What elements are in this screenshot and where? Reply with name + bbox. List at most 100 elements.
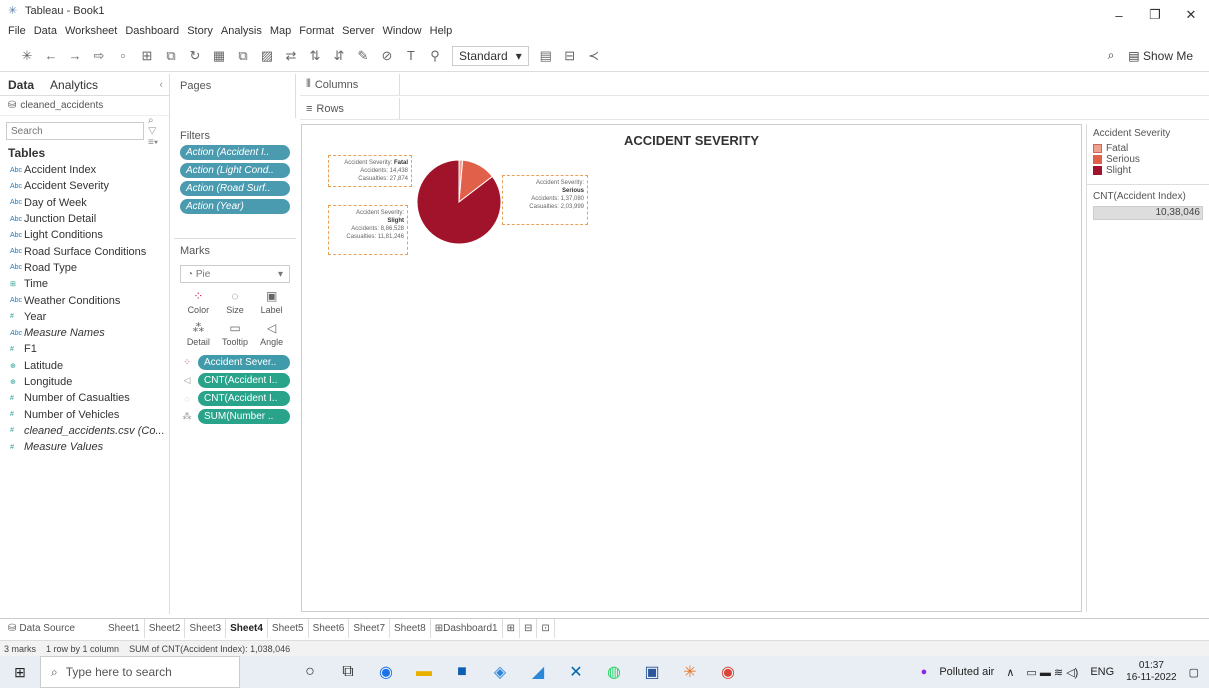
highlight-icon[interactable]: ✎	[356, 48, 370, 64]
menu-server[interactable]: Server	[342, 25, 374, 37]
cortana-icon[interactable]: ○	[300, 663, 320, 681]
chrome-icon[interactable]: ◉	[376, 662, 396, 682]
tableau-icon[interactable]: ✳	[680, 662, 700, 682]
word-icon[interactable]: ▣	[642, 662, 662, 682]
pages-card[interactable]: Pages	[174, 74, 296, 118]
pause-updates-icon[interactable]: ⧉	[164, 48, 178, 64]
menu-window[interactable]: Window	[383, 25, 422, 37]
mark-pill[interactable]: CNT(Accident I..	[198, 373, 290, 388]
sort-descending-icon[interactable]: ⇵	[332, 48, 346, 64]
chrome-profile-icon[interactable]: ◉	[718, 662, 738, 682]
tray-chevron-icon[interactable]: ∧	[1006, 666, 1014, 679]
menu-story[interactable]: Story	[187, 25, 213, 37]
clear-sheet-icon[interactable]: ▨	[260, 48, 274, 64]
show-cards-icon[interactable]: ▤	[539, 48, 553, 64]
weather-icon[interactable]: ●	[921, 666, 928, 678]
fix-axes-icon[interactable]: ⚲	[428, 48, 442, 64]
tab-analytics[interactable]: Analytics	[42, 78, 106, 92]
mark-type-dropdown[interactable]: ◔ Pie ▾	[180, 265, 290, 283]
group-icon[interactable]: ⊘	[380, 48, 394, 64]
search-input[interactable]	[6, 122, 144, 140]
label-button[interactable]: ▣ Label	[253, 289, 290, 315]
language-indicator[interactable]: ENG	[1090, 666, 1114, 678]
tray-icons[interactable]: ▭ ▬ ≋ ◁)	[1026, 666, 1078, 679]
windows-start-icon[interactable]: ⊞	[0, 664, 40, 681]
field-item[interactable]: # Number of Casualties	[0, 390, 169, 406]
minimize-button[interactable]: –	[1101, 0, 1137, 30]
filter-pill[interactable]: Action (Year)	[180, 199, 290, 214]
presentation-icon[interactable]: ⊟	[563, 48, 577, 64]
tab-sheet4[interactable]: Sheet4	[226, 619, 268, 638]
field-item[interactable]: # Year	[0, 309, 169, 325]
field-item[interactable]: # cleaned_accidents.csv (Co...	[0, 423, 169, 439]
mark-pill[interactable]: Accident Sever..	[198, 355, 290, 370]
new-story-icon[interactable]: ⊡	[537, 619, 555, 638]
vscode-icon[interactable]: ✕	[566, 662, 586, 682]
store-icon[interactable]: ■	[452, 663, 472, 681]
maximize-button[interactable]: ❐	[1137, 0, 1173, 30]
tab-dashboard1[interactable]: ⊞ Dashboard1	[431, 619, 503, 638]
show-me-button[interactable]: ▤ Show Me	[1128, 49, 1193, 63]
tab-sheet6[interactable]: Sheet6	[309, 619, 350, 638]
legend-item-slight[interactable]: Slight	[1087, 165, 1209, 176]
mark-pill[interactable]: SUM(Number ..	[198, 409, 290, 424]
mark-pill[interactable]: CNT(Accident I..	[198, 391, 290, 406]
legend-item-fatal[interactable]: Fatal	[1087, 143, 1209, 154]
menu-file[interactable]: File	[8, 25, 26, 37]
detail-button[interactable]: ⁂ Detail	[180, 321, 217, 347]
tab-sheet8[interactable]: Sheet8	[390, 619, 431, 638]
fit-dropdown[interactable]: Standard ▾	[452, 45, 529, 66]
field-item[interactable]: ⊕ Longitude	[0, 374, 169, 390]
rows-shelf[interactable]: ≡ Rows	[300, 98, 1209, 120]
whatsapp-icon[interactable]: ◍	[604, 662, 624, 682]
duplicate-icon[interactable]: ⧉	[236, 48, 250, 64]
tab-sheet2[interactable]: Sheet2	[145, 619, 186, 638]
field-item[interactable]: Abc Day of Week	[0, 195, 169, 211]
field-item[interactable]: Abc Measure Names	[0, 325, 169, 341]
tab-data[interactable]: Data	[0, 78, 42, 92]
menu-map[interactable]: Map	[270, 25, 291, 37]
filter-pill[interactable]: Action (Accident I..	[180, 145, 290, 160]
data-source-tab[interactable]: ⛁ Data Source	[0, 623, 104, 634]
collapse-icon[interactable]: ‹	[159, 79, 163, 91]
color-button[interactable]: ⁘ Color	[180, 289, 217, 315]
notification-icon[interactable]: ▢	[1189, 666, 1199, 679]
tab-sheet1[interactable]: Sheet1	[104, 619, 145, 638]
field-item[interactable]: Abc Junction Detail	[0, 211, 169, 227]
filter-pill[interactable]: Action (Road Surf..	[180, 181, 290, 196]
new-worksheet-icon[interactable]: ▦	[212, 48, 226, 64]
field-item[interactable]: Abc Accident Severity	[0, 178, 169, 194]
menu-analysis[interactable]: Analysis	[221, 25, 262, 37]
field-item[interactable]: Abc Weather Conditions	[0, 292, 169, 308]
field-item[interactable]: Abc Road Type	[0, 260, 169, 276]
new-dashboard-icon[interactable]: ⊟	[520, 619, 538, 638]
weather-text[interactable]: Polluted air	[939, 666, 994, 678]
taskbar-search[interactable]: ⌕ Type here to search	[40, 656, 240, 688]
field-item[interactable]: ⊞ Time	[0, 276, 169, 292]
datasource-item[interactable]: ⛁ cleaned_accidents	[0, 96, 169, 116]
legend-item-serious[interactable]: Serious	[1087, 154, 1209, 165]
close-button[interactable]: ✕	[1173, 0, 1209, 30]
angle-button[interactable]: ◁ Angle	[253, 321, 290, 347]
search-filter-icons[interactable]: ⌕ ▽ ≡▾	[148, 115, 163, 148]
binoculars-icon[interactable]: ⌕	[1108, 48, 1115, 63]
menu-data[interactable]: Data	[34, 25, 57, 37]
sort-ascending-icon[interactable]: ⇅	[308, 48, 322, 64]
menu-worksheet[interactable]: Worksheet	[65, 25, 117, 37]
app-icon[interactable]: ◢	[528, 662, 548, 682]
viz-canvas[interactable]: ACCIDENT SEVERITY Accident Severity: Fat…	[301, 124, 1082, 612]
labels-icon[interactable]: T	[404, 48, 418, 63]
share-icon[interactable]: ≺	[587, 48, 601, 64]
save-icon[interactable]: ▫	[116, 48, 130, 63]
field-item[interactable]: Abc Accident Index	[0, 162, 169, 178]
run-update-icon[interactable]: ↻	[188, 48, 202, 64]
replay-icon[interactable]: ⇨	[92, 48, 106, 64]
task-view-icon[interactable]: ⧉	[338, 663, 358, 681]
columns-shelf[interactable]: ⦀ Columns	[300, 74, 1209, 96]
field-item[interactable]: Abc Road Surface Conditions	[0, 243, 169, 259]
field-item[interactable]: ⊕ Latitude	[0, 358, 169, 374]
size-button[interactable]: ◌ Size	[217, 289, 254, 315]
field-item[interactable]: # Measure Values	[0, 439, 169, 455]
swap-icon[interactable]: ⇄	[284, 48, 298, 64]
menu-format[interactable]: Format	[299, 25, 334, 37]
